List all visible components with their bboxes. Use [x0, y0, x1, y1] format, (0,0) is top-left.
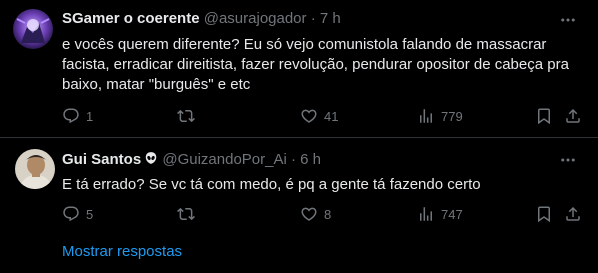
tweet-header: SGamer o coerente @asurajogador · 7 h [62, 9, 341, 29]
like-button[interactable]: 41 [300, 106, 338, 126]
reply-icon [62, 205, 80, 223]
user-handle[interactable]: @asurajogador [204, 10, 307, 27]
avatar-image [13, 9, 53, 49]
heart-icon [300, 107, 318, 125]
views-button[interactable]: 747 [417, 204, 463, 224]
separator: · [291, 151, 296, 168]
analytics-icon [417, 107, 435, 125]
show-replies-link[interactable]: Mostrar respostas [62, 242, 182, 262]
reply-count: 5 [86, 206, 94, 222]
like-count: 41 [324, 108, 339, 124]
more-options-icon[interactable] [558, 10, 578, 30]
conversation-feed: SGamer o coerente @asurajogador · 7 h e … [0, 0, 598, 273]
retweet-icon [177, 205, 195, 223]
bookmark-button[interactable] [535, 204, 553, 224]
views-count: 747 [441, 206, 463, 222]
timestamp[interactable]: 7 h [320, 10, 341, 27]
timestamp[interactable]: 6 h [300, 151, 321, 168]
tweet-text: e vocês querem diferente? Eu só vejo com… [62, 36, 569, 93]
tweet[interactable]: Gui Santos @GuizandoPor_Ai · 6 h E tá er… [0, 137, 598, 234]
retweet-icon [177, 107, 195, 125]
bookmark-button[interactable] [535, 106, 553, 126]
reply-icon [62, 107, 80, 125]
display-name[interactable]: SGamer o coerente [62, 10, 200, 27]
tweet-actions: 5 8 747 [62, 204, 592, 224]
reply-button[interactable]: 1 [62, 106, 93, 126]
alien-emoji-icon [144, 151, 158, 171]
separator: · [310, 10, 316, 27]
more-options-icon[interactable] [558, 150, 578, 170]
like-button[interactable]: 8 [300, 204, 331, 224]
avatar[interactable] [15, 149, 55, 189]
analytics-icon [417, 205, 435, 223]
reply-button[interactable]: 5 [62, 204, 93, 224]
heart-icon [300, 205, 318, 223]
share-icon [564, 205, 582, 223]
like-count: 8 [324, 206, 332, 222]
avatar-image [15, 149, 55, 189]
tweet-header: Gui Santos @GuizandoPor_Ai · 6 h [62, 150, 321, 171]
bookmark-icon [535, 205, 553, 223]
tweet-text: E tá errado? Se vc tá com medo, é pq a g… [62, 176, 481, 193]
avatar[interactable] [13, 9, 53, 49]
tweet[interactable]: SGamer o coerente @asurajogador · 7 h e … [0, 0, 598, 137]
share-button[interactable] [564, 204, 582, 224]
reply-count: 1 [86, 108, 94, 124]
views-count: 779 [441, 108, 463, 124]
user-handle[interactable]: @GuizandoPor_Ai [162, 151, 286, 168]
share-button[interactable] [564, 106, 582, 126]
views-button[interactable]: 779 [417, 106, 463, 126]
retweet-button[interactable] [177, 204, 201, 224]
bookmark-icon [535, 107, 553, 125]
share-icon [564, 107, 582, 125]
retweet-button[interactable] [177, 106, 201, 126]
display-name[interactable]: Gui Santos [62, 151, 141, 168]
tweet-actions: 1 41 779 [62, 106, 592, 126]
